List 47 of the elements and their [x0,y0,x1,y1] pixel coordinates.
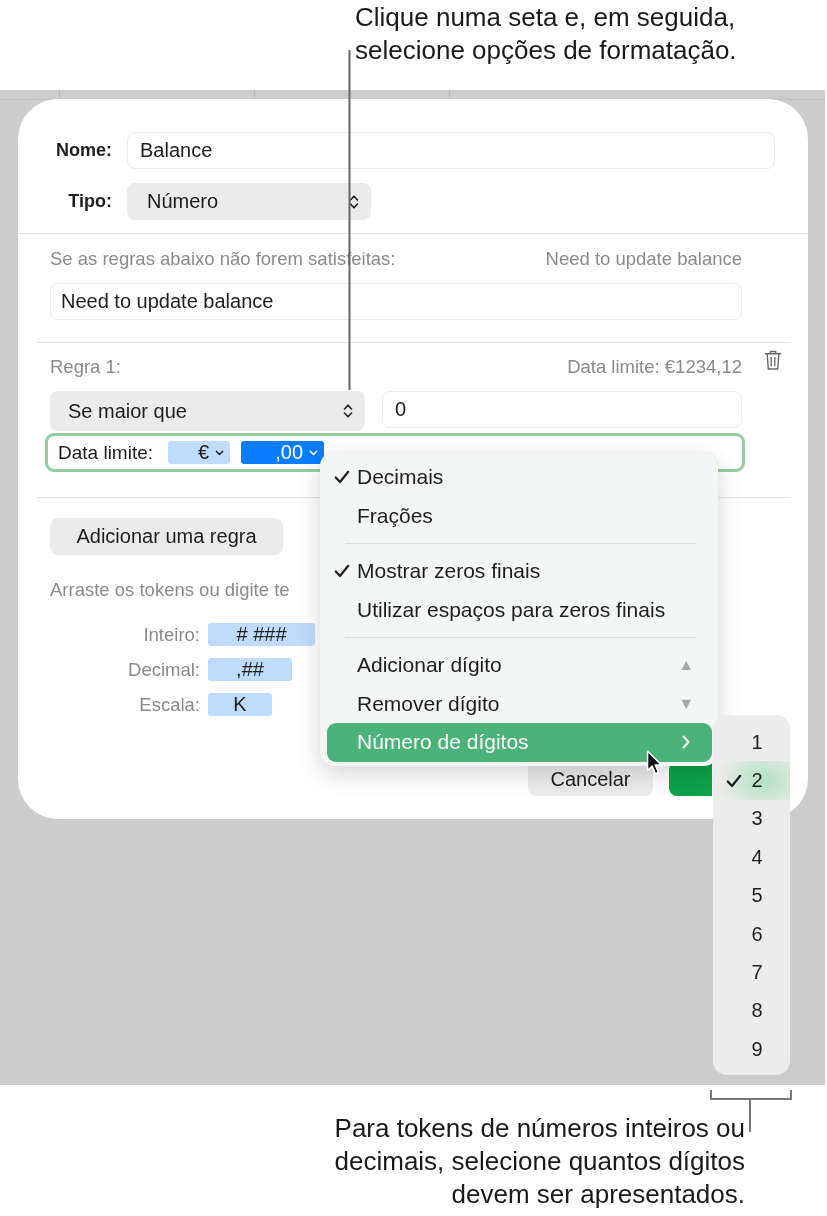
message-preview: Need to update balance [545,247,742,271]
shortcut-glyph: ▲ [678,656,694,675]
number-token[interactable]: K [208,693,272,716]
submenu-item[interactable]: 5 [713,876,790,915]
submenu-item[interactable]: 6 [713,914,790,954]
up-down-chevron-icon [349,193,359,210]
name-field[interactable]: Balance [127,132,775,169]
menu-item[interactable]: Remover dígito ▼ [327,684,712,723]
menu-item[interactable]: Adicionar dígito ▲ [327,646,712,685]
format-token[interactable]: ,00 [241,441,325,464]
format-label: Data limite: [58,441,154,464]
submenu-item[interactable]: 9 [713,1030,790,1069]
callout-text: Clique numa seta e, em seguida, selecione opções de formatação. [355,1,738,67]
chevron-down-icon [309,449,319,456]
token-label: Inteiro: [142,623,200,646]
checkmark-icon [726,773,742,788]
chevron-right-icon [682,735,690,750]
add-rule-button[interactable]: Adicionar uma regra [50,518,283,555]
callout-text: Para tokens de números inteiros ou decimais, selecione quantos dígitos devem ser apresentados. [333,1112,745,1211]
rule-preview: Data limite: €1234,12 [567,355,742,379]
up-down-chevron-icon [343,403,353,419]
field-label: Tipo: [67,191,112,212]
rule-label: Regra 1: [50,355,122,379]
token-label: Escala: [138,693,200,716]
checkmark-icon [334,470,350,485]
format-token[interactable]: € [168,441,231,464]
submenu-item[interactable]: 3 [713,799,790,839]
menu-item[interactable]: Mostrar zeros finais [327,552,712,591]
submenu-item[interactable]: 8 [713,991,790,1031]
message-field[interactable]: Need to update balance [50,283,742,320]
shortcut-glyph: ▼ [678,694,694,713]
type-popup[interactable]: Número [127,183,371,220]
number-token[interactable]: ,## [208,658,292,681]
menu-item[interactable]: Utilizar espaços para zeros finais [327,590,712,629]
field-label: Nome: [55,140,112,161]
chevron-down-icon [215,449,225,456]
menu-item[interactable]: Frações [327,496,712,535]
token-label: Decimal: [127,658,200,681]
hint-text: Arraste os tokens ou digite te [50,578,290,602]
number-token[interactable]: # ### [208,623,315,646]
submenu-item[interactable]: 7 [713,953,790,992]
value-field[interactable]: 0 [382,391,742,428]
trash-icon[interactable] [764,349,782,371]
condition-popup[interactable]: Se maior que [50,391,365,431]
checkmark-icon [334,564,350,579]
submenu-item[interactable]: 4 [713,838,790,877]
submenu-item[interactable]: 1 [713,723,790,762]
